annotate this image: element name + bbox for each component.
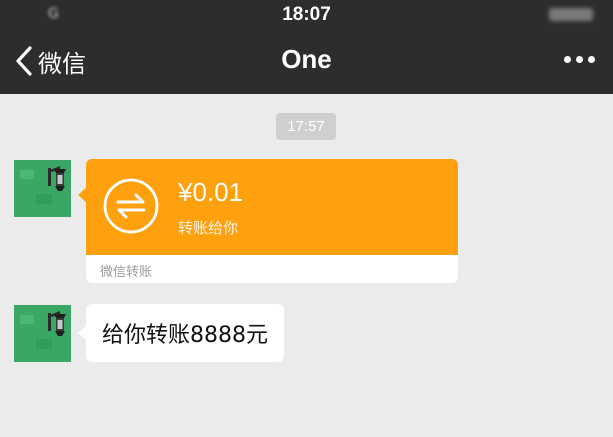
avatar-lamp-image — [14, 160, 71, 217]
transfer-description: 转账给你 — [178, 219, 239, 237]
transfer-card-body: ¥0.01 转账给你 — [86, 159, 458, 255]
back-chevron-icon — [16, 46, 32, 76]
status-indicators — [549, 8, 593, 21]
back-button[interactable]: 微信 — [12, 44, 86, 78]
chat-title: One — [281, 44, 332, 74]
contact-avatar[interactable] — [14, 305, 71, 362]
bubble-tail — [78, 325, 87, 341]
text-message-bubble[interactable]: 给你转账8888元 — [78, 304, 284, 362]
message-text: 给你转账8888元 — [102, 323, 268, 348]
status-time: 18:07 — [282, 4, 331, 25]
transfer-amount: ¥0.01 — [178, 177, 244, 207]
transfer-card-footer: 微信转账 — [86, 255, 458, 283]
more-icon[interactable] — [564, 56, 595, 63]
message-timestamp: 17:57 — [276, 113, 336, 140]
transfer-source: 微信转账 — [100, 265, 153, 280]
navigation-bar: 微信 One — [0, 30, 613, 94]
avatar-lamp-image — [14, 305, 71, 362]
transfer-card[interactable]: ¥0.01 转账给你 微信转账 — [78, 159, 458, 283]
status-bar: G 18:07 — [0, 0, 613, 30]
contact-avatar[interactable] — [14, 160, 71, 217]
back-label: 微信 — [38, 49, 86, 78]
transfer-arrows-icon — [103, 178, 159, 234]
